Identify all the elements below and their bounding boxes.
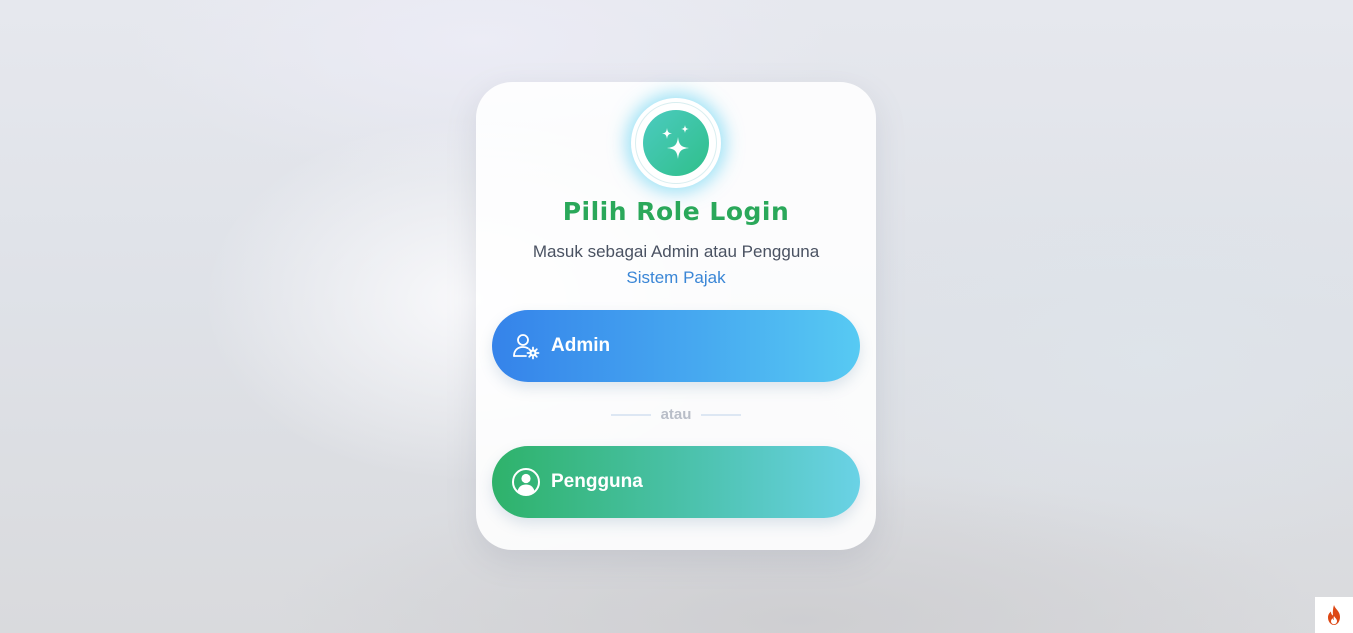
user-cog-icon <box>511 331 541 361</box>
user-login-button[interactable]: Pengguna <box>492 446 860 518</box>
divider-text: atau <box>660 406 692 423</box>
login-role-card: Pilih Role Login Masuk sebagai Admin ata… <box>476 82 876 550</box>
divider-line-right <box>701 413 742 416</box>
flame-icon <box>1328 605 1340 625</box>
debug-toolbar-toggle[interactable] <box>1315 597 1353 633</box>
or-divider: atau <box>476 406 876 423</box>
subtitle-text: Masuk sebagai Admin atau Pengguna <box>532 242 820 261</box>
logo-badge <box>631 98 721 188</box>
page-title: Pilih Role Login <box>562 197 790 226</box>
brand-name: Sistem Pajak <box>626 268 726 287</box>
user-label: Pengguna <box>551 471 643 492</box>
divider-line-left <box>610 413 651 416</box>
user-circle-icon <box>511 467 541 497</box>
page-subtitle: Masuk sebagai Admin atau Pengguna Sistem… <box>476 239 876 291</box>
admin-login-button[interactable]: Admin <box>492 310 860 382</box>
admin-label: Admin <box>551 335 611 356</box>
logo-circle <box>643 110 709 176</box>
sparkles-icon <box>662 125 689 159</box>
